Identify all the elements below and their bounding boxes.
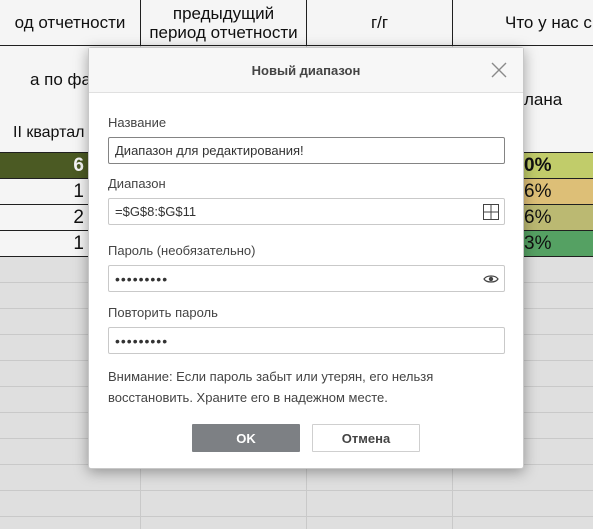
- repeat-password-input-value: •••••••••: [115, 332, 169, 349]
- name-input-value: Диапазон для редактирования!: [115, 143, 304, 158]
- range-input[interactable]: =$G$8:$G$11: [108, 198, 505, 225]
- warning-note: Внимание: Если пароль забыт или утерян, …: [108, 369, 434, 405]
- cancel-button[interactable]: Отмена: [312, 424, 420, 452]
- ok-button[interactable]: OK: [192, 424, 300, 452]
- password-input[interactable]: •••••••••: [108, 265, 505, 292]
- repeat-password-label: Повторить пароль: [108, 305, 218, 320]
- dialog-title: Новый диапазон: [251, 62, 361, 78]
- grid-icon[interactable]: [483, 204, 499, 220]
- password-label: Пароль (необязательно): [108, 243, 256, 258]
- name-label: Название: [108, 115, 167, 130]
- password-input-value: •••••••••: [115, 270, 169, 287]
- close-icon[interactable]: [489, 60, 509, 80]
- range-label: Диапазон: [108, 176, 166, 191]
- dialog-header: Новый диапазон: [89, 48, 523, 93]
- range-input-value: =$G$8:$G$11: [115, 204, 197, 219]
- new-range-dialog: Новый диапазон Название Диапазон для ред…: [88, 47, 524, 469]
- name-input[interactable]: Диапазон для редактирования!: [108, 137, 505, 164]
- repeat-password-input[interactable]: •••••••••: [108, 327, 505, 354]
- eye-icon[interactable]: [483, 271, 499, 287]
